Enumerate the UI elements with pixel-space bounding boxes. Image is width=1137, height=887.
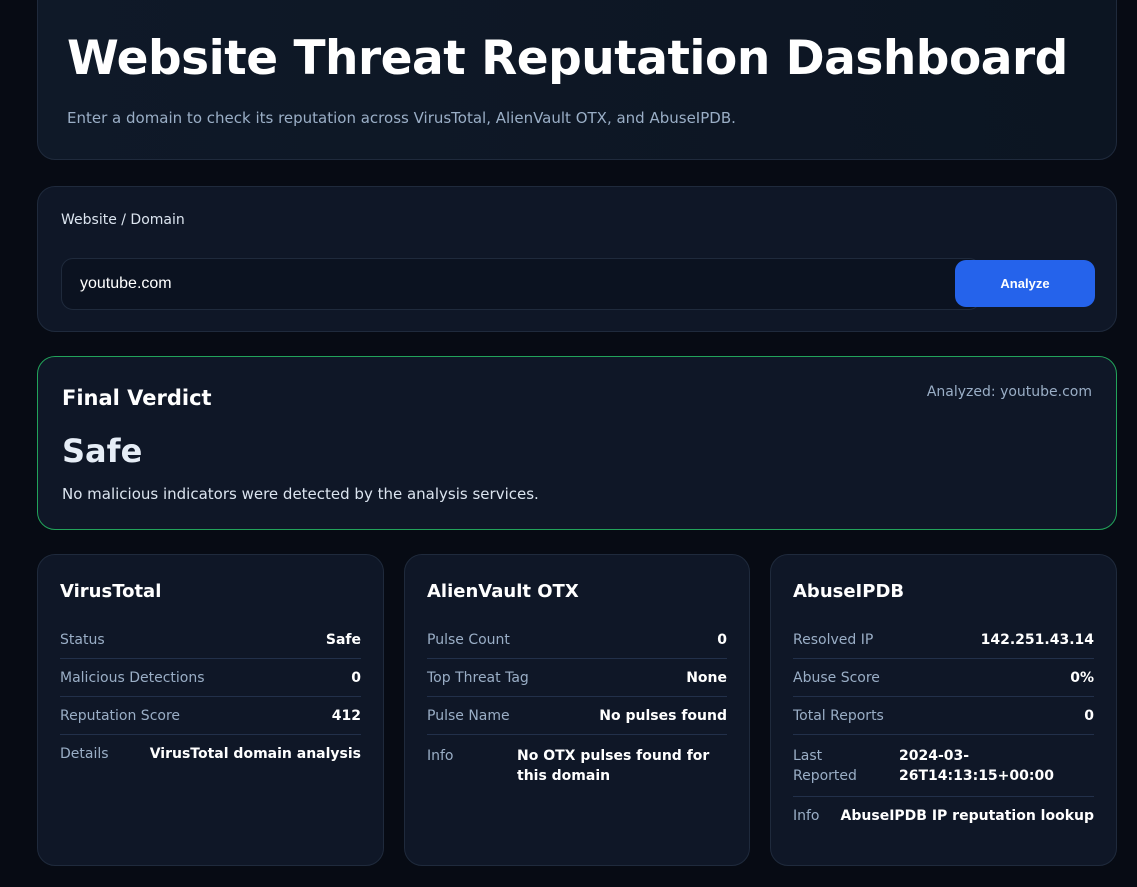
abuseipdb-rows: Resolved IP 142.251.43.14 Abuse Score 0%… bbox=[793, 621, 1094, 834]
row-label: Reputation Score bbox=[60, 708, 181, 724]
row-label: Details bbox=[60, 746, 109, 762]
malicious-detections-row: Malicious Detections 0 bbox=[60, 659, 361, 697]
row-value: Safe bbox=[325, 632, 361, 648]
page-subtitle: Enter a domain to check its reputation a… bbox=[67, 109, 736, 127]
verdict-value: Safe bbox=[62, 432, 143, 470]
virustotal-rows: Status Safe Malicious Detections 0 Reput… bbox=[60, 621, 361, 772]
row-label: Status bbox=[60, 632, 105, 648]
last-reported-row: Last Reported 2024-03-26T14:13:15+00:00 bbox=[793, 735, 1094, 797]
row-value: VirusTotal domain analysis bbox=[149, 746, 361, 762]
row-label: Abuse Score bbox=[793, 670, 880, 686]
row-label: Total Reports bbox=[793, 708, 884, 724]
verdict-description: No malicious indicators were detected by… bbox=[62, 485, 539, 503]
status-row: Status Safe bbox=[60, 621, 361, 659]
row-label: Pulse Count bbox=[427, 632, 510, 648]
page-title: Website Threat Reputation Dashboard bbox=[67, 31, 1068, 86]
row-label: Info bbox=[793, 808, 820, 824]
abuse-score-row: Abuse Score 0% bbox=[793, 659, 1094, 697]
row-value: 0% bbox=[1070, 670, 1094, 686]
domain-search-card: Website / Domain Analyze bbox=[37, 186, 1117, 332]
domain-field-label: Website / Domain bbox=[61, 212, 185, 228]
row-value: 412 bbox=[331, 708, 361, 724]
row-value: AbuseIPDB IP reputation lookup bbox=[840, 808, 1094, 824]
details-row: Details VirusTotal domain analysis bbox=[60, 735, 361, 772]
row-value: No pulses found bbox=[599, 708, 727, 724]
abuseipdb-card: AbuseIPDB Resolved IP 142.251.43.14 Abus… bbox=[770, 554, 1117, 866]
row-value: None bbox=[686, 670, 727, 686]
alienvault-otx-card: AlienVault OTX Pulse Count 0 Top Threat … bbox=[404, 554, 750, 866]
info-row: Info AbuseIPDB IP reputation lookup bbox=[793, 797, 1094, 834]
alienvault-otx-title: AlienVault OTX bbox=[427, 581, 579, 602]
analyze-button[interactable]: Analyze bbox=[955, 260, 1095, 307]
pulse-count-row: Pulse Count 0 bbox=[427, 621, 727, 659]
virustotal-card: VirusTotal Status Safe Malicious Detecti… bbox=[37, 554, 384, 866]
info-row: Info No OTX pulses found for this domain bbox=[427, 735, 727, 796]
header-card: Website Threat Reputation Dashboard Ente… bbox=[37, 0, 1117, 160]
row-label: Pulse Name bbox=[427, 708, 510, 724]
row-label: Resolved IP bbox=[793, 632, 874, 648]
total-reports-row: Total Reports 0 bbox=[793, 697, 1094, 735]
domain-input[interactable] bbox=[61, 258, 981, 310]
row-label: Info bbox=[427, 748, 454, 764]
verdict-title: Final Verdict bbox=[62, 386, 212, 410]
top-threat-tag-row: Top Threat Tag None bbox=[427, 659, 727, 697]
virustotal-title: VirusTotal bbox=[60, 581, 162, 602]
row-value: 0 bbox=[351, 670, 361, 686]
alienvault-otx-rows: Pulse Count 0 Top Threat Tag None Pulse … bbox=[427, 621, 727, 796]
analyzed-domain-text: Analyzed: youtube.com bbox=[926, 384, 1092, 400]
reputation-score-row: Reputation Score 412 bbox=[60, 697, 361, 735]
row-value: 0 bbox=[1084, 708, 1094, 724]
final-verdict-card: Final Verdict Analyzed: youtube.com Safe… bbox=[37, 356, 1117, 530]
row-value: 2024-03-26T14:13:15+00:00 bbox=[899, 748, 1054, 784]
row-label: Malicious Detections bbox=[60, 670, 205, 686]
row-value: No OTX pulses found for this domain bbox=[517, 748, 710, 784]
row-label: Last Reported bbox=[793, 748, 857, 784]
row-value: 142.251.43.14 bbox=[980, 632, 1094, 648]
row-label: Top Threat Tag bbox=[427, 670, 529, 686]
abuseipdb-title: AbuseIPDB bbox=[793, 581, 905, 602]
row-value: 0 bbox=[717, 632, 727, 648]
resolved-ip-row: Resolved IP 142.251.43.14 bbox=[793, 621, 1094, 659]
pulse-name-row: Pulse Name No pulses found bbox=[427, 697, 727, 735]
